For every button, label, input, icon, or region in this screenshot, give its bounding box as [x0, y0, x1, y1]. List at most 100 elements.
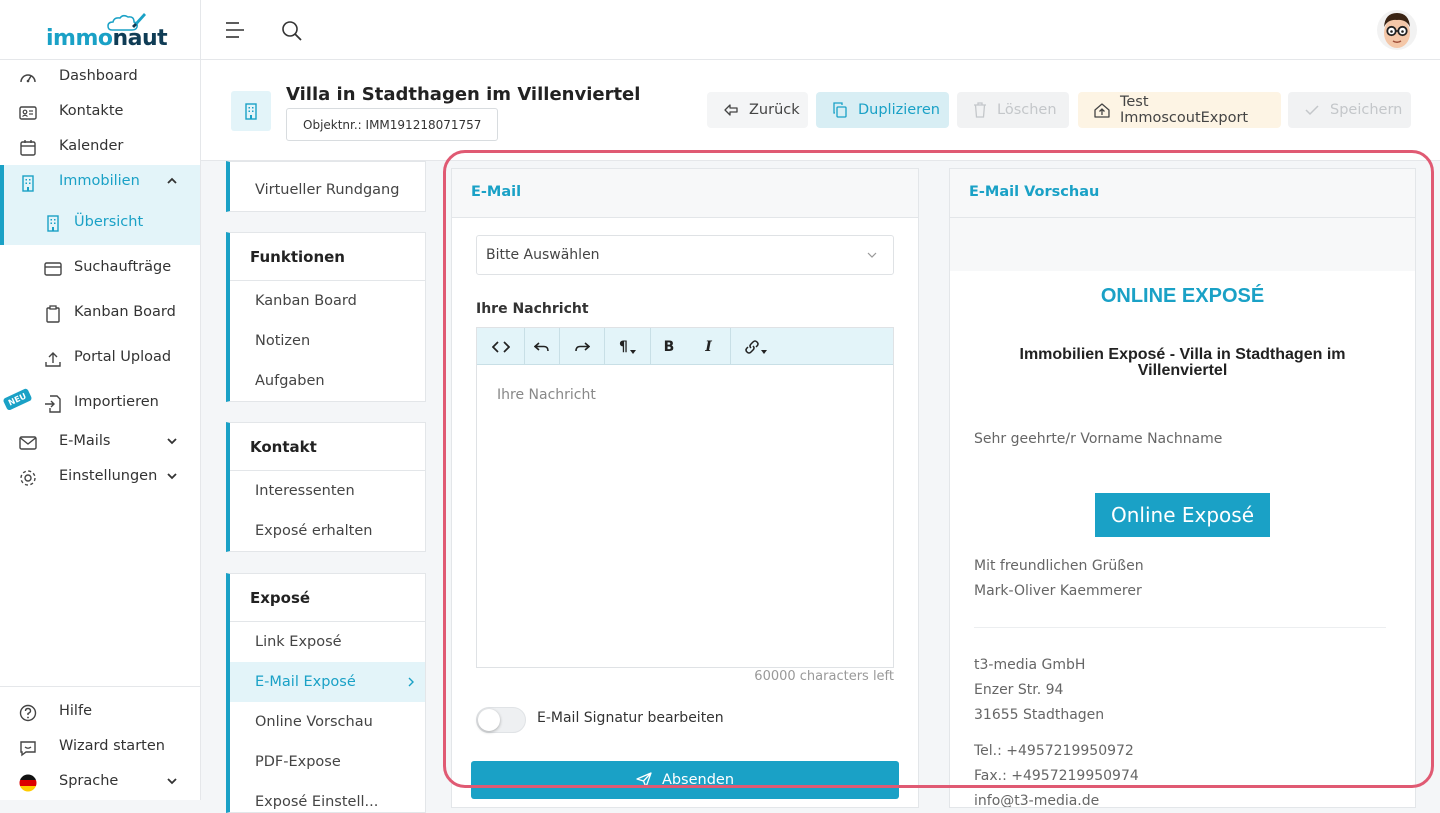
editor-toolbar: ¶ B I	[477, 328, 893, 365]
code-view-button[interactable]	[477, 328, 525, 365]
sidebar-item-einstellungen[interactable]: Einstellungen	[0, 460, 200, 495]
german-flag-icon	[19, 774, 37, 792]
editor-placeholder: Ihre Nachricht	[497, 387, 596, 403]
undo-button[interactable]	[525, 328, 560, 365]
chevron-right-icon	[408, 677, 414, 687]
subnav-section-title: Kontakt	[230, 423, 425, 471]
sidebar-item-emails[interactable]: E-Mails	[0, 425, 200, 460]
sidebar-item-dashboard[interactable]: Dashboard	[0, 60, 200, 95]
rich-text-editor: ¶ B I Ihre Nachricht	[476, 327, 894, 668]
check-icon	[1305, 105, 1319, 116]
sidebar-item-sprache[interactable]: Sprache	[0, 765, 200, 800]
delete-button[interactable]: Löschen	[957, 92, 1069, 128]
undo-icon	[534, 341, 549, 351]
contact-card-icon	[19, 106, 37, 120]
sidebar: immonaut Dashboard Kontakte Kalender Imm…	[0, 0, 201, 800]
email-panel: E-Mail Bitte Auswählen Ihre Nachricht ¶ …	[451, 168, 919, 808]
subnav-item-pdf-expose[interactable]: PDF-Expose	[230, 742, 425, 782]
subnav-item-notizen[interactable]: Notizen	[230, 321, 425, 361]
sidebar-item-label: Suchaufträge	[74, 259, 172, 275]
test-export-button[interactable]: Test ImmoscoutExport	[1078, 92, 1281, 128]
logo[interactable]: immonaut	[0, 0, 200, 60]
email-preview-panel: E-Mail Vorschau ONLINE EXPOSÉ Immobilien…	[949, 168, 1416, 808]
sidebar-item-portal-upload[interactable]: Portal Upload	[0, 341, 200, 376]
envelope-icon	[19, 436, 37, 450]
sidebar-item-uebersicht[interactable]: Übersicht	[0, 200, 200, 245]
subnav-item-expose-erhalten[interactable]: Exposé erhalten	[230, 511, 425, 551]
sidebar-item-label: Wizard starten	[59, 738, 165, 754]
sidebar-item-kontakte[interactable]: Kontakte	[0, 95, 200, 130]
signature-toggle-label: E-Mail Signatur bearbeiten	[537, 710, 724, 726]
back-button[interactable]: Zurück	[707, 92, 808, 128]
logo-text-naut: naut	[112, 26, 168, 51]
property-subnav: Virtueller Rundgang Funktionen Kanban Bo…	[226, 161, 426, 813]
search-icon[interactable]	[281, 20, 303, 42]
subnav-card-expose: Exposé Link Exposé E-Mail Exposé Online …	[226, 573, 426, 813]
paper-plane-icon	[636, 772, 652, 788]
subnav-item-virtueller-rundgang[interactable]: Virtueller Rundgang	[230, 162, 425, 202]
chat-icon	[20, 741, 36, 757]
sidebar-item-label: Einstellungen	[59, 468, 158, 484]
arrow-left-icon	[724, 104, 738, 116]
browser-window-icon	[44, 262, 62, 276]
sidebar-item-kalender[interactable]: Kalender	[0, 130, 200, 165]
signature-toggle[interactable]	[476, 707, 526, 733]
duplicate-button-label: Duplizieren	[858, 102, 940, 118]
preview-company: t3-media GmbH	[974, 657, 1086, 673]
sidebar-item-hilfe[interactable]: Hilfe	[0, 695, 200, 730]
online-expose-cta[interactable]: Online Exposé	[1095, 493, 1270, 537]
send-button[interactable]: Absenden	[471, 761, 899, 799]
template-select-value: Bitte Auswählen	[486, 247, 600, 263]
sidebar-divider	[0, 686, 200, 687]
preview-divider	[974, 627, 1386, 628]
top-bar	[201, 0, 1440, 60]
paragraph-style-button[interactable]: ¶	[605, 328, 651, 365]
sidebar-item-suchauftraege[interactable]: Suchaufträge	[0, 251, 200, 286]
caret-down-icon	[760, 349, 767, 354]
subnav-item-online-vorschau[interactable]: Online Vorschau	[230, 702, 425, 742]
editor-content[interactable]: Ihre Nachricht	[477, 365, 893, 667]
redo-button[interactable]	[560, 328, 605, 365]
help-circle-icon	[19, 704, 37, 722]
upload-icon	[45, 352, 61, 367]
preview-tel: Tel.: +4957219950972	[974, 743, 1134, 759]
send-button-label: Absenden	[661, 772, 735, 788]
bold-button[interactable]: B	[651, 328, 687, 365]
chevron-down-icon	[167, 473, 177, 480]
preview-email: info@t3-media.de	[974, 793, 1100, 808]
sidebar-item-kanban[interactable]: Kanban Board	[0, 296, 200, 331]
sidebar-item-label: Immobilien	[59, 173, 140, 189]
save-button[interactable]: Speichern	[1288, 92, 1411, 128]
sidebar-item-importieren[interactable]: Importieren	[0, 386, 200, 421]
italic-button[interactable]: I	[687, 328, 731, 365]
file-import-icon	[45, 395, 61, 413]
subnav-item-link-expose[interactable]: Link Exposé	[230, 622, 425, 662]
subnav-section-title: Exposé	[230, 574, 425, 622]
avatar[interactable]	[1376, 9, 1418, 51]
subnav-item-email-expose[interactable]: E-Mail Exposé	[230, 662, 425, 702]
sidebar-item-label: Kanban Board	[74, 304, 176, 320]
subnav-item-kanban[interactable]: Kanban Board	[230, 281, 425, 321]
page-header: Villa in Stadthagen im Villenviertel Obj…	[201, 60, 1440, 161]
property-icon-box	[231, 91, 271, 131]
subnav-item-interessenten[interactable]: Interessenten	[230, 471, 425, 511]
sidebar-item-immobilien[interactable]: Immobilien	[0, 165, 200, 200]
duplicate-button[interactable]: Duplizieren	[816, 92, 949, 128]
subnav-item-label: E-Mail Exposé	[255, 674, 356, 690]
calendar-icon	[20, 140, 36, 156]
house-upload-icon	[1094, 103, 1110, 118]
subnav-item-expose-einstellungen[interactable]: Exposé Einstell...	[230, 782, 425, 812]
link-button[interactable]	[731, 328, 779, 365]
subnav-item-aufgaben[interactable]: Aufgaben	[230, 361, 425, 401]
template-select[interactable]: Bitte Auswählen	[476, 235, 894, 275]
bold-icon: B	[663, 338, 675, 355]
pilcrow-icon: ¶	[619, 338, 628, 355]
menu-toggle-icon[interactable]	[225, 21, 245, 39]
sidebar-item-label: E-Mails	[59, 433, 111, 449]
subnav-card-kontakt: Kontakt Interessenten Exposé erhalten	[226, 422, 426, 552]
active-indicator	[0, 165, 4, 245]
preview-subheading: Immobilien Exposé - Villa in Stadthagen …	[950, 347, 1415, 379]
sidebar-item-wizard[interactable]: Wizard starten	[0, 730, 200, 765]
copy-icon	[833, 102, 847, 118]
link-icon	[744, 339, 759, 354]
